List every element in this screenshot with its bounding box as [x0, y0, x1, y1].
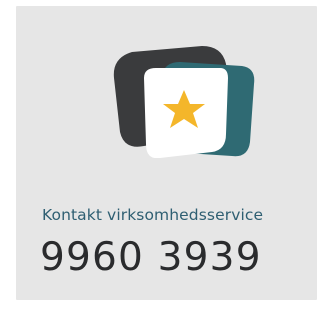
contact-label: Kontakt virksomhedsservice [42, 206, 264, 224]
phone-number[interactable]: 9960 3939 [40, 235, 329, 281]
contact-card: Kontakt virksomhedsservice 9960 3939 [16, 6, 317, 300]
logo-icon [113, 46, 255, 158]
